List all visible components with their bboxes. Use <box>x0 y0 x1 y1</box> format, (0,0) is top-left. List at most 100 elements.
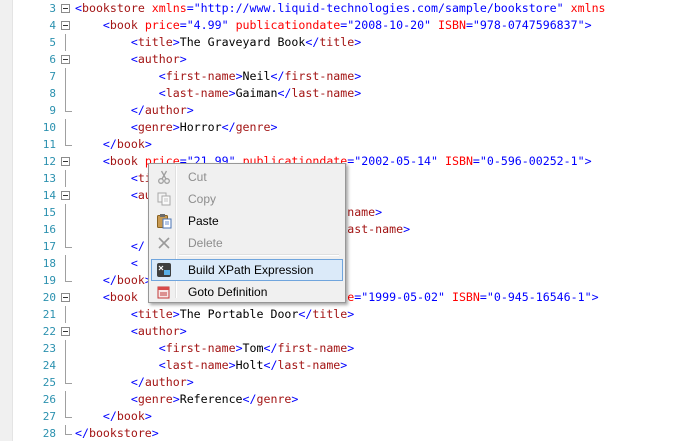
code-text[interactable]: </author> <box>75 102 194 119</box>
code-text[interactable]: <first-name>Neil</first-name> <box>75 68 361 85</box>
code-text[interactable]: <author> <box>75 323 187 340</box>
code-text[interactable]: <author> <box>75 51 187 68</box>
code-token: first-name <box>284 69 355 83</box>
code-token: last-name <box>277 358 341 372</box>
code-text[interactable]: <title>The Graveyard Book</title> <box>75 34 361 51</box>
fold-guide <box>65 119 66 136</box>
code-token: Neil <box>242 69 271 83</box>
collapse-toggle-icon[interactable] <box>61 21 70 30</box>
fold-guide <box>65 306 66 323</box>
code-token: = <box>186 1 194 15</box>
code-token: > <box>144 137 152 151</box>
fold-guide-end <box>65 102 72 112</box>
menu-item-label: Cut <box>188 170 207 184</box>
code-token: < <box>158 86 166 100</box>
code-token: title <box>137 307 173 321</box>
code-token: = <box>465 18 473 32</box>
code-text[interactable]: <bookstore xmlns="http://www.liquid-tech… <box>75 0 606 17</box>
code-token: bookstore <box>81 1 145 15</box>
code-text[interactable]: <genre>Horror</genre> <box>75 119 278 136</box>
line-number: 18 <box>42 257 56 270</box>
line-number: 8 <box>49 87 56 100</box>
code-token: publicationdate <box>235 18 341 32</box>
code-line[interactable]: 23 <first-name>Tom</first-name> <box>0 340 681 357</box>
code-text[interactable]: <genre>Reference</genre> <box>75 391 299 408</box>
menu-item-goto-definition[interactable]: Goto Definition <box>151 281 343 303</box>
code-line[interactable]: 28 </bookstore> <box>0 425 681 441</box>
code-text[interactable]: </ <box>75 238 145 255</box>
collapse-toggle-icon[interactable] <box>61 157 70 166</box>
code-token: The Portable Door <box>179 307 299 321</box>
goto-definition-icon <box>156 284 172 300</box>
code-token: > <box>186 103 194 117</box>
code-line[interactable]: 5 <title>The Graveyard Book</title> <box>0 34 681 51</box>
code-text[interactable]: <last-name>Gaiman</last-name> <box>75 85 361 102</box>
menu-item-cut[interactable]: Cut <box>151 166 343 188</box>
code-line[interactable]: 10 <genre>Horror</genre> <box>0 119 681 136</box>
code-line[interactable]: 3 <bookstore xmlns="http://www.liquid-tec… <box>0 0 681 17</box>
menu-item-label: Build XPath Expression <box>188 263 314 277</box>
menu-item-build-xpath[interactable]: Build XPath Expression <box>151 259 343 281</box>
menu-item-delete[interactable]: Delete <box>151 232 343 254</box>
collapse-toggle-icon[interactable] <box>61 191 70 200</box>
code-line[interactable]: 25 </author> <box>0 374 681 391</box>
code-token: > <box>172 307 180 321</box>
code-token: < <box>75 1 82 15</box>
code-token: < <box>158 341 166 355</box>
fold-guide <box>65 255 66 272</box>
code-token: < <box>130 392 138 406</box>
code-token: < <box>130 324 138 338</box>
line-number: 27 <box>42 410 56 423</box>
collapse-toggle-icon[interactable] <box>61 4 70 13</box>
code-line[interactable]: 11 </book> <box>0 136 681 153</box>
code-text[interactable]: </book> <box>75 272 152 289</box>
collapse-toggle-icon[interactable] <box>61 55 70 64</box>
code-token: genre <box>137 120 173 134</box>
code-line[interactable]: 24 <last-name>Holt</last-name> <box>0 357 681 374</box>
code-token: Holt <box>235 358 264 372</box>
fold-guide <box>65 340 66 357</box>
menu-item-copy[interactable]: Copy <box>151 188 343 210</box>
code-text[interactable]: </book> <box>75 136 152 153</box>
code-token: = <box>479 290 487 304</box>
code-line[interactable]: 6 <author> <box>0 51 681 68</box>
code-token: xmlns <box>151 1 187 15</box>
code-token: last-name <box>165 86 229 100</box>
code-line[interactable]: 8 <last-name>Gaiman</last-name> <box>0 85 681 102</box>
code-text[interactable]: </author> <box>75 374 194 391</box>
code-token: = <box>179 18 187 32</box>
code-line[interactable]: 22 <author> <box>0 323 681 340</box>
fold-guide-end <box>65 374 72 384</box>
code-text[interactable]: <last-name>Holt</last-name> <box>75 357 348 374</box>
code-line[interactable]: 27 </book> <box>0 408 681 425</box>
code-line[interactable]: 7 <first-name>Neil</first-name> <box>0 68 681 85</box>
code-text[interactable]: <first-name>Tom</first-name> <box>75 340 355 357</box>
code-line[interactable]: 21 <title>The Portable Door</title> <box>0 306 681 323</box>
code-text[interactable]: </bookstore> <box>75 425 159 441</box>
code-token: Gaiman <box>235 86 278 100</box>
code-line[interactable]: 9 </author> <box>0 102 681 119</box>
code-token: > <box>179 324 187 338</box>
code-token: book <box>109 290 138 304</box>
fold-guide-end <box>65 408 72 418</box>
code-text[interactable]: <book price="4.99" publicationdate="2008… <box>75 17 592 34</box>
code-token: first-name <box>165 341 236 355</box>
code-token: book <box>116 273 145 287</box>
code-text[interactable]: < <box>75 255 138 272</box>
code-token: xmlns <box>570 1 606 15</box>
collapse-toggle-icon[interactable] <box>61 327 70 336</box>
line-number: 16 <box>42 223 56 236</box>
code-token: > <box>186 375 194 389</box>
line-number: 6 <box>49 53 56 66</box>
code-token: last-name <box>165 358 229 372</box>
collapse-toggle-icon[interactable] <box>61 293 70 302</box>
code-line[interactable]: 4 <book price="4.99" publicationdate="20… <box>0 17 681 34</box>
menu-item-paste[interactable]: Paste <box>151 210 343 232</box>
code-text[interactable]: </book> <box>75 408 152 425</box>
code-line[interactable]: 26 <genre>Reference</genre> <box>0 391 681 408</box>
code-text[interactable]: <title>The Portable Door</title> <box>75 306 354 323</box>
